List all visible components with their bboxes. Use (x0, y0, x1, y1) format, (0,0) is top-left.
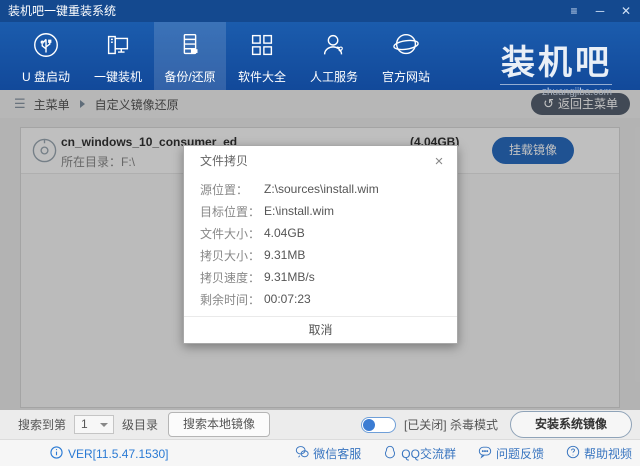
titlebar: 装机吧一键重装系统 ≡ ─ ✕ (0, 0, 640, 22)
tab-usb-boot[interactable]: U 盘启动 (10, 22, 82, 90)
version-label: VER[11.5.47.1530] (68, 447, 169, 461)
wechat-support-link[interactable]: 微信客服 (295, 445, 361, 462)
info-icon (50, 446, 63, 462)
minimize-icon[interactable]: ─ (592, 0, 608, 22)
row-value: 00:07:23 (264, 292, 311, 306)
search-depth-suffix: 级目录 (122, 416, 158, 433)
bottom-controls: 搜索到第 1 级目录 搜索本地镜像 [已关闭] 杀毒模式 安装系统镜像 (0, 410, 640, 439)
row-value: E:\install.wim (264, 204, 334, 218)
feedback-link[interactable]: 问题反馈 (478, 445, 544, 462)
tab-label: 软件大全 (238, 68, 286, 85)
app-window: 装机吧一键重装系统 ≡ ─ ✕ U 盘启动 一键装机 备份/还原 软件大全 (0, 0, 640, 466)
computer-icon (103, 30, 133, 65)
server-icon (175, 30, 205, 65)
dialog-row-speed: 拷贝速度： 9.31MB/s (200, 266, 441, 288)
tab-support[interactable]: 人工服务 (298, 22, 370, 90)
toggle-knob-icon (363, 419, 375, 431)
tab-software[interactable]: 软件大全 (226, 22, 298, 90)
tab-label: 备份/还原 (164, 68, 215, 85)
depth-value: 1 (81, 417, 88, 431)
wechat-icon (295, 445, 309, 462)
qq-group-link[interactable]: QQ交流群 (383, 445, 456, 462)
row-label: 拷贝速度： (200, 269, 264, 286)
row-value: 4.04GB (264, 226, 305, 240)
feedback-icon (478, 445, 492, 462)
tab-backup-restore[interactable]: 备份/还原 (154, 22, 226, 90)
dialog-row-target: 目标位置： E:\install.wim (200, 200, 441, 222)
link-label: 帮助视频 (584, 445, 632, 462)
dialog-row-source: 源位置： Z:\sources\install.wim (200, 178, 441, 200)
dialog-row-copied: 拷贝大小： 9.31MB (200, 244, 441, 266)
qq-icon (383, 445, 397, 462)
cancel-button[interactable]: 取消 (288, 317, 352, 344)
link-label: 问题反馈 (496, 445, 544, 462)
antivirus-mode-label: [已关闭] 杀毒模式 (404, 416, 498, 433)
menu-icon[interactable]: ≡ (566, 0, 582, 22)
usb-icon (31, 30, 61, 65)
search-depth-prefix: 搜索到第 (18, 416, 66, 433)
dialog-row-filesize: 文件大小： 4.04GB (200, 222, 441, 244)
install-system-image-button[interactable]: 安装系统镜像 (510, 411, 632, 438)
logo-text: 装机吧 (500, 44, 612, 82)
row-value: 9.31MB (264, 248, 305, 262)
app-title: 装机吧一键重装系统 (8, 4, 116, 18)
tab-label: 人工服务 (310, 68, 358, 85)
link-label: QQ交流群 (401, 445, 456, 462)
row-label: 源位置： (200, 181, 264, 198)
statusbar: VER[11.5.47.1530] 微信客服 QQ交流群 问题反馈 帮助视频 (0, 439, 640, 466)
tab-label: 一键装机 (94, 68, 142, 85)
globe-icon (391, 30, 421, 65)
tab-label: 官方网站 (382, 68, 430, 85)
person-icon (319, 30, 349, 65)
close-icon[interactable]: ✕ (618, 0, 634, 22)
help-videos-link[interactable]: 帮助视频 (566, 445, 632, 462)
search-local-images-button[interactable]: 搜索本地镜像 (168, 412, 270, 437)
main-nav: U 盘启动 一键装机 备份/还原 软件大全 人工服务 官方网站 (0, 22, 640, 90)
row-label: 拷贝大小： (200, 247, 264, 264)
file-copy-dialog: 文件拷贝 × 源位置： Z:\sources\install.wim 目标位置：… (183, 145, 458, 344)
row-value: 9.31MB/s (264, 270, 315, 284)
tab-one-key-install[interactable]: 一键装机 (82, 22, 154, 90)
link-label: 微信客服 (313, 445, 361, 462)
chevron-down-icon (100, 423, 108, 427)
dialog-close-icon[interactable]: × (431, 147, 447, 177)
row-label: 文件大小： (200, 225, 264, 242)
dialog-row-remaining: 剩余时间： 00:07:23 (200, 288, 441, 310)
tab-official-site[interactable]: 官方网站 (370, 22, 442, 90)
row-label: 目标位置： (200, 203, 264, 220)
depth-select[interactable]: 1 (74, 415, 114, 434)
help-icon (566, 445, 580, 462)
row-value: Z:\sources\install.wim (264, 182, 379, 196)
tab-label: U 盘启动 (22, 68, 70, 85)
antivirus-toggle[interactable] (361, 417, 396, 433)
row-label: 剩余时间： (200, 291, 264, 308)
grid-icon (247, 30, 277, 65)
dialog-title: 文件拷贝 (200, 154, 248, 168)
